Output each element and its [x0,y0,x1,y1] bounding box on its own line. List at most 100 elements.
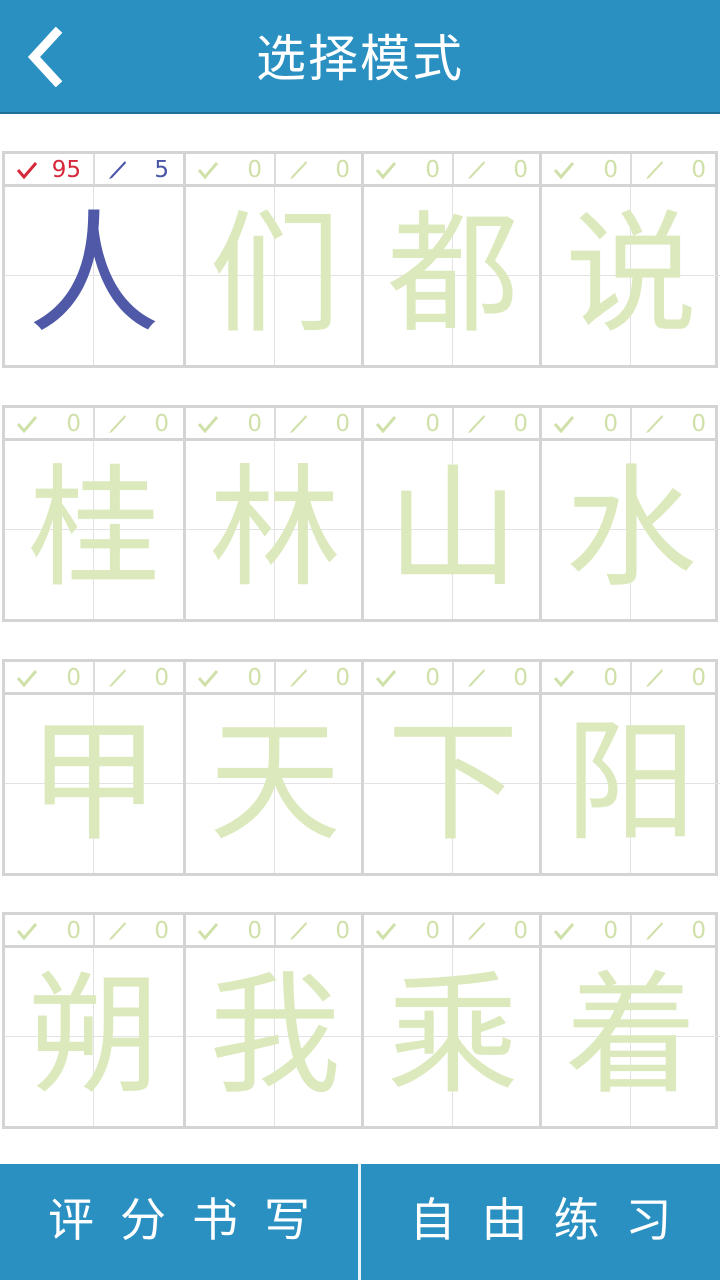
character-cell[interactable]: 0 0 们 [183,154,364,365]
character-cell[interactable]: 0 0 阳 [539,662,720,873]
character-cell[interactable]: 0 0 说 [539,154,720,365]
attempts-value: 0 [691,918,706,944]
brush-icon [468,922,485,940]
brush-icon [109,161,126,179]
character-cell[interactable]: 0 0 着 [539,915,720,1126]
score-value: 0 [247,918,262,944]
character-glyph[interactable]: 们 [186,187,364,365]
score-value: 0 [66,918,81,944]
score-value: 95 [51,157,81,183]
character-cell[interactable]: 0 0 我 [183,915,364,1126]
free-practice-button[interactable]: 自由练习 [361,1164,720,1280]
brush-icon [290,669,307,687]
character-glyph[interactable]: 林 [186,441,364,619]
character-cell[interactable]: 0 0 甲 [5,662,183,873]
attempts-stat: 0 [452,408,540,438]
character-glyph[interactable]: 阳 [542,695,720,873]
brush-icon [290,161,307,179]
writing-grid: 天 [186,695,364,873]
character-cell[interactable]: 0 0 乘 [361,915,542,1126]
character-cell[interactable]: 0 0 山 [361,408,542,619]
writing-grid: 阳 [542,695,720,873]
page-title: 选择模式 [256,30,464,88]
character-glyph[interactable]: 水 [542,441,720,619]
attempts-stat: 0 [93,662,181,692]
character-glyph[interactable]: 天 [186,695,364,873]
score-value: 0 [247,411,262,437]
character-row: 95 5 人 0 0 们 0 0 都 0 0 说 [2,151,720,368]
score-stat: 0 [542,408,630,438]
character-glyph[interactable]: 朔 [5,948,183,1126]
brush-icon [468,669,485,687]
attempts-stat: 0 [452,154,540,184]
score-stat: 0 [186,154,274,184]
scored-writing-button[interactable]: 评分书写 [0,1164,358,1280]
writing-grid: 我 [186,948,364,1126]
attempts-stat: 0 [93,915,181,945]
score-stat: 0 [186,408,274,438]
score-stat: 0 [186,915,274,945]
score-stat: 0 [542,154,630,184]
character-glyph[interactable]: 桂 [5,441,183,619]
character-cell[interactable]: 0 0 林 [183,408,364,619]
check-icon [553,162,575,180]
score-value: 0 [425,157,440,183]
score-stat: 0 [5,662,93,692]
back-button[interactable] [14,20,74,94]
character-glyph[interactable]: 我 [186,948,364,1126]
character-glyph[interactable]: 甲 [5,695,183,873]
attempts-value: 0 [335,918,350,944]
attempts-value: 0 [691,665,706,691]
character-glyph[interactable]: 山 [364,441,542,619]
character-cell[interactable]: 0 0 水 [539,408,720,619]
character-cell[interactable]: 0 0 朔 [5,915,183,1126]
score-value: 0 [247,665,262,691]
score-stat: 0 [5,915,93,945]
attempts-stat: 0 [452,662,540,692]
writing-grid: 下 [364,695,542,873]
brush-icon [468,161,485,179]
writing-grid: 乘 [364,948,542,1126]
attempts-stat: 0 [274,408,362,438]
character-cell[interactable]: 95 5 人 [5,154,183,365]
character-cell[interactable]: 0 0 下 [361,662,542,873]
character-row: 00朔00我00乘00着 [2,912,720,1129]
character-row: 00桂00林00山00水 [2,405,720,622]
character-glyph[interactable]: 都 [364,187,542,365]
score-stat: 0 [364,662,452,692]
attempts-stat: 0 [274,915,362,945]
check-icon [375,670,397,688]
score-value: 0 [66,411,81,437]
writing-grid: 山 [364,441,542,619]
attempts-value: 0 [691,157,706,183]
character-cell[interactable]: 0 0 桂 [5,408,183,619]
character-glyph[interactable]: 乘 [364,948,542,1126]
character-glyph[interactable]: 着 [542,948,720,1126]
attempts-stat: 0 [630,154,718,184]
score-stat: 0 [364,915,452,945]
character-glyph[interactable]: 下 [364,695,542,873]
writing-grid: 着 [542,948,720,1126]
brush-icon [109,922,126,940]
attempts-stat: 0 [630,915,718,945]
attempts-value: 0 [513,918,528,944]
writing-grid: 林 [186,441,364,619]
writing-grid: 朔 [5,948,183,1126]
brush-icon [290,415,307,433]
score-stat: 0 [5,408,93,438]
check-icon [16,162,38,180]
attempts-stat: 0 [274,662,362,692]
attempts-value: 0 [513,157,528,183]
character-cell[interactable]: 0 0 都 [361,154,542,365]
check-icon [553,923,575,941]
attempts-value: 0 [513,411,528,437]
attempts-stat: 5 [93,154,181,184]
character-glyph[interactable]: 说 [542,187,720,365]
score-stat: 95 [5,154,93,184]
attempts-value: 0 [335,665,350,691]
attempts-value: 0 [154,665,169,691]
score-value: 0 [603,918,618,944]
character-cell[interactable]: 0 0 天 [183,662,364,873]
attempts-value: 0 [335,411,350,437]
character-glyph[interactable]: 人 [5,187,183,365]
